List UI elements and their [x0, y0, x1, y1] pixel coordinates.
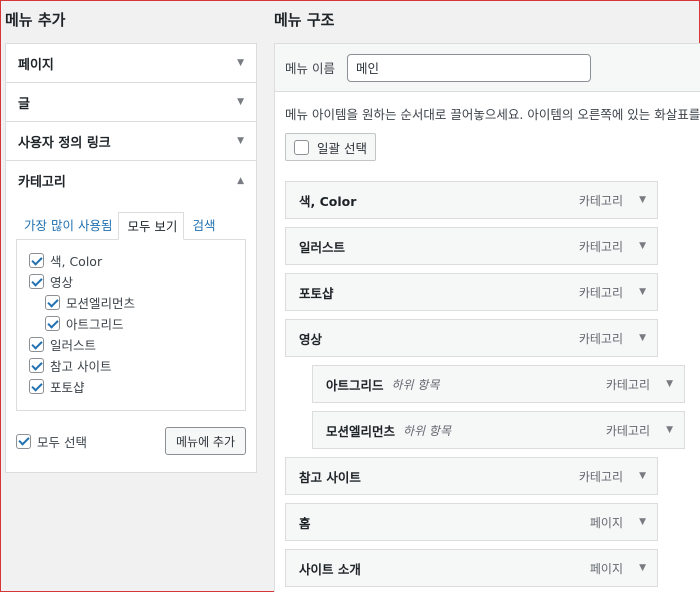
select-all-control[interactable]: 모두 선택: [16, 432, 87, 451]
caret-down-icon: ▼: [237, 136, 244, 146]
caret-down-icon[interactable]: ▼: [666, 425, 673, 435]
category-checklist: 색, Color 영상 모션엘리먼츠 아트그리드 일러스트 참고 사이트 포토샵: [16, 239, 246, 411]
menu-item[interactable]: 사이트 소개 페이지 ▼: [285, 549, 658, 587]
category-label: 일러스트: [50, 338, 97, 353]
category-item[interactable]: 아트그리드: [29, 313, 245, 334]
select-all-checkbox[interactable]: [16, 433, 31, 449]
categories-panel: 가장 많이 사용됨 모두 보기 검색 색, Color 영상 모션엘리먼츠 아트…: [6, 200, 256, 461]
add-to-menu-button[interactable]: 메뉴에 추가: [164, 427, 246, 455]
menu-item-title: 포토샵: [299, 285, 334, 301]
accordion-section-posts[interactable]: 글 ▼: [6, 83, 256, 122]
add-menu-items-heading: 메뉴 추가: [5, 11, 66, 29]
bulk-select-label: 일괄 선택: [317, 140, 367, 156]
menu-item-type: 카테고리: [605, 377, 650, 392]
menu-item-type: 카테고리: [578, 331, 623, 346]
menu-item-type: 카테고리: [578, 285, 623, 300]
menu-item-type: 페이지: [589, 515, 623, 530]
caret-down-icon: ▼: [237, 97, 244, 107]
menu-structure-heading: 메뉴 구조: [274, 11, 335, 29]
caret-down-icon[interactable]: ▼: [639, 517, 646, 527]
category-checkbox[interactable]: [29, 358, 44, 373]
menu-item-type: 카테고리: [578, 239, 623, 254]
accordion-section-pages[interactable]: 페이지 ▼: [6, 44, 256, 83]
menu-item-type: 카테고리: [605, 423, 650, 438]
category-checkbox[interactable]: [29, 337, 44, 352]
accordion-section-custom-links[interactable]: 사용자 정의 링크 ▼: [6, 122, 256, 161]
menu-item-subitem-label: 하위 항목: [403, 423, 451, 438]
menu-name-label: 메뉴 이름: [285, 61, 335, 76]
accordion-section-label: 페이지: [18, 57, 54, 73]
menu-item-type: 카테고리: [578, 193, 623, 208]
menu-item-title: 영상: [299, 331, 323, 347]
menu-item-title: 일러스트: [299, 239, 346, 255]
select-all-label: 모두 선택: [37, 434, 87, 450]
menu-item-title: 홈: [299, 515, 311, 531]
menu-item-title: 아트그리드: [326, 377, 384, 393]
category-label: 포토샵: [50, 380, 85, 395]
caret-down-icon[interactable]: ▼: [639, 471, 646, 481]
category-checkbox[interactable]: [29, 253, 44, 268]
menu-item-title: 색, Color: [299, 193, 357, 209]
caret-down-icon: ▼: [237, 58, 244, 68]
accordion-section-categories[interactable]: 카테고리 ▲: [6, 161, 256, 200]
menu-item[interactable]: 영상 카테고리 ▼: [285, 319, 658, 357]
category-item[interactable]: 모션엘리먼츠: [29, 292, 245, 313]
accordion-section-label: 카테고리: [18, 175, 66, 190]
menu-item[interactable]: 포토샵 카테고리 ▼: [285, 273, 658, 311]
caret-down-icon[interactable]: ▼: [639, 333, 646, 343]
tab-search[interactable]: 검색: [184, 212, 221, 240]
caret-up-icon: ▲: [237, 175, 244, 186]
caret-down-icon[interactable]: ▼: [639, 195, 646, 205]
menu-item-child[interactable]: 아트그리드 하위 항목 카테고리 ▼: [312, 365, 685, 403]
category-label: 아트그리드: [66, 317, 124, 332]
caret-down-icon[interactable]: ▼: [639, 241, 646, 251]
menu-item-type: 페이지: [589, 561, 623, 576]
caret-down-icon[interactable]: ▼: [639, 287, 646, 297]
menu-name-input[interactable]: [346, 53, 591, 82]
category-checkbox[interactable]: [29, 379, 44, 394]
category-item[interactable]: 포토샵: [29, 376, 245, 397]
category-item[interactable]: 영상: [29, 271, 245, 292]
caret-down-icon[interactable]: ▼: [666, 379, 673, 389]
category-checkbox[interactable]: [29, 274, 44, 289]
category-label: 참고 사이트: [50, 359, 112, 374]
accordion-section-label: 사용자 정의 링크: [18, 135, 111, 151]
menu-item-child[interactable]: 모션엘리먼츠 하위 항목 카테고리 ▼: [312, 411, 685, 449]
menu-item-title: 모션엘리먼츠: [326, 423, 396, 439]
category-checkbox[interactable]: [45, 316, 60, 331]
menu-item[interactable]: 홈 페이지 ▼: [285, 503, 658, 541]
tab-view-all[interactable]: 모두 보기: [118, 212, 185, 240]
menu-item-subitem-label: 하위 항목: [391, 377, 440, 392]
category-item[interactable]: 색, Color: [29, 250, 245, 271]
menu-item[interactable]: 참고 사이트 카테고리 ▼: [285, 457, 658, 495]
menu-item-title: 참고 사이트: [299, 469, 361, 485]
category-checkbox[interactable]: [45, 295, 60, 310]
menu-item-type: 카테고리: [578, 469, 623, 484]
tab-most-used[interactable]: 가장 많이 사용됨: [16, 212, 118, 240]
categories-footer: 모두 선택 메뉴에 추가: [16, 421, 246, 461]
menu-item-title: 사이트 소개: [299, 561, 361, 577]
category-label: 모션엘리먼츠: [66, 296, 136, 311]
category-item[interactable]: 일러스트: [29, 334, 245, 355]
accordion-section-label: 글: [18, 96, 30, 112]
bulk-select-checkbox[interactable]: [294, 139, 309, 155]
caret-down-icon[interactable]: ▼: [639, 563, 646, 573]
menu-item[interactable]: 일러스트 카테고리 ▼: [285, 227, 658, 265]
add-menu-items-accordion: 페이지 ▼ 글 ▼ 사용자 정의 링크 ▼ 카테고리 ▲ 가장 많이 사용됨 모…: [5, 43, 257, 473]
bulk-select-button[interactable]: 일괄 선택: [285, 133, 376, 161]
menu-structure-panel: 메뉴 이름 메뉴 아이템을 원하는 순서대로 끌어놓으세요. 아이템의 오른쪽에…: [274, 43, 700, 592]
menu-item[interactable]: 색, Color 카테고리 ▼: [285, 181, 658, 219]
menu-name-bar: 메뉴 이름: [275, 44, 700, 92]
category-tabs: 가장 많이 사용됨 모두 보기 검색: [16, 212, 246, 240]
category-label: 영상: [50, 275, 74, 290]
menu-instructions: 메뉴 아이템을 원하는 순서대로 끌어놓으세요. 아이템의 오른쪽에 있는 화살…: [285, 107, 700, 122]
category-item[interactable]: 참고 사이트: [29, 355, 245, 376]
category-label: 색, Color: [50, 254, 103, 269]
